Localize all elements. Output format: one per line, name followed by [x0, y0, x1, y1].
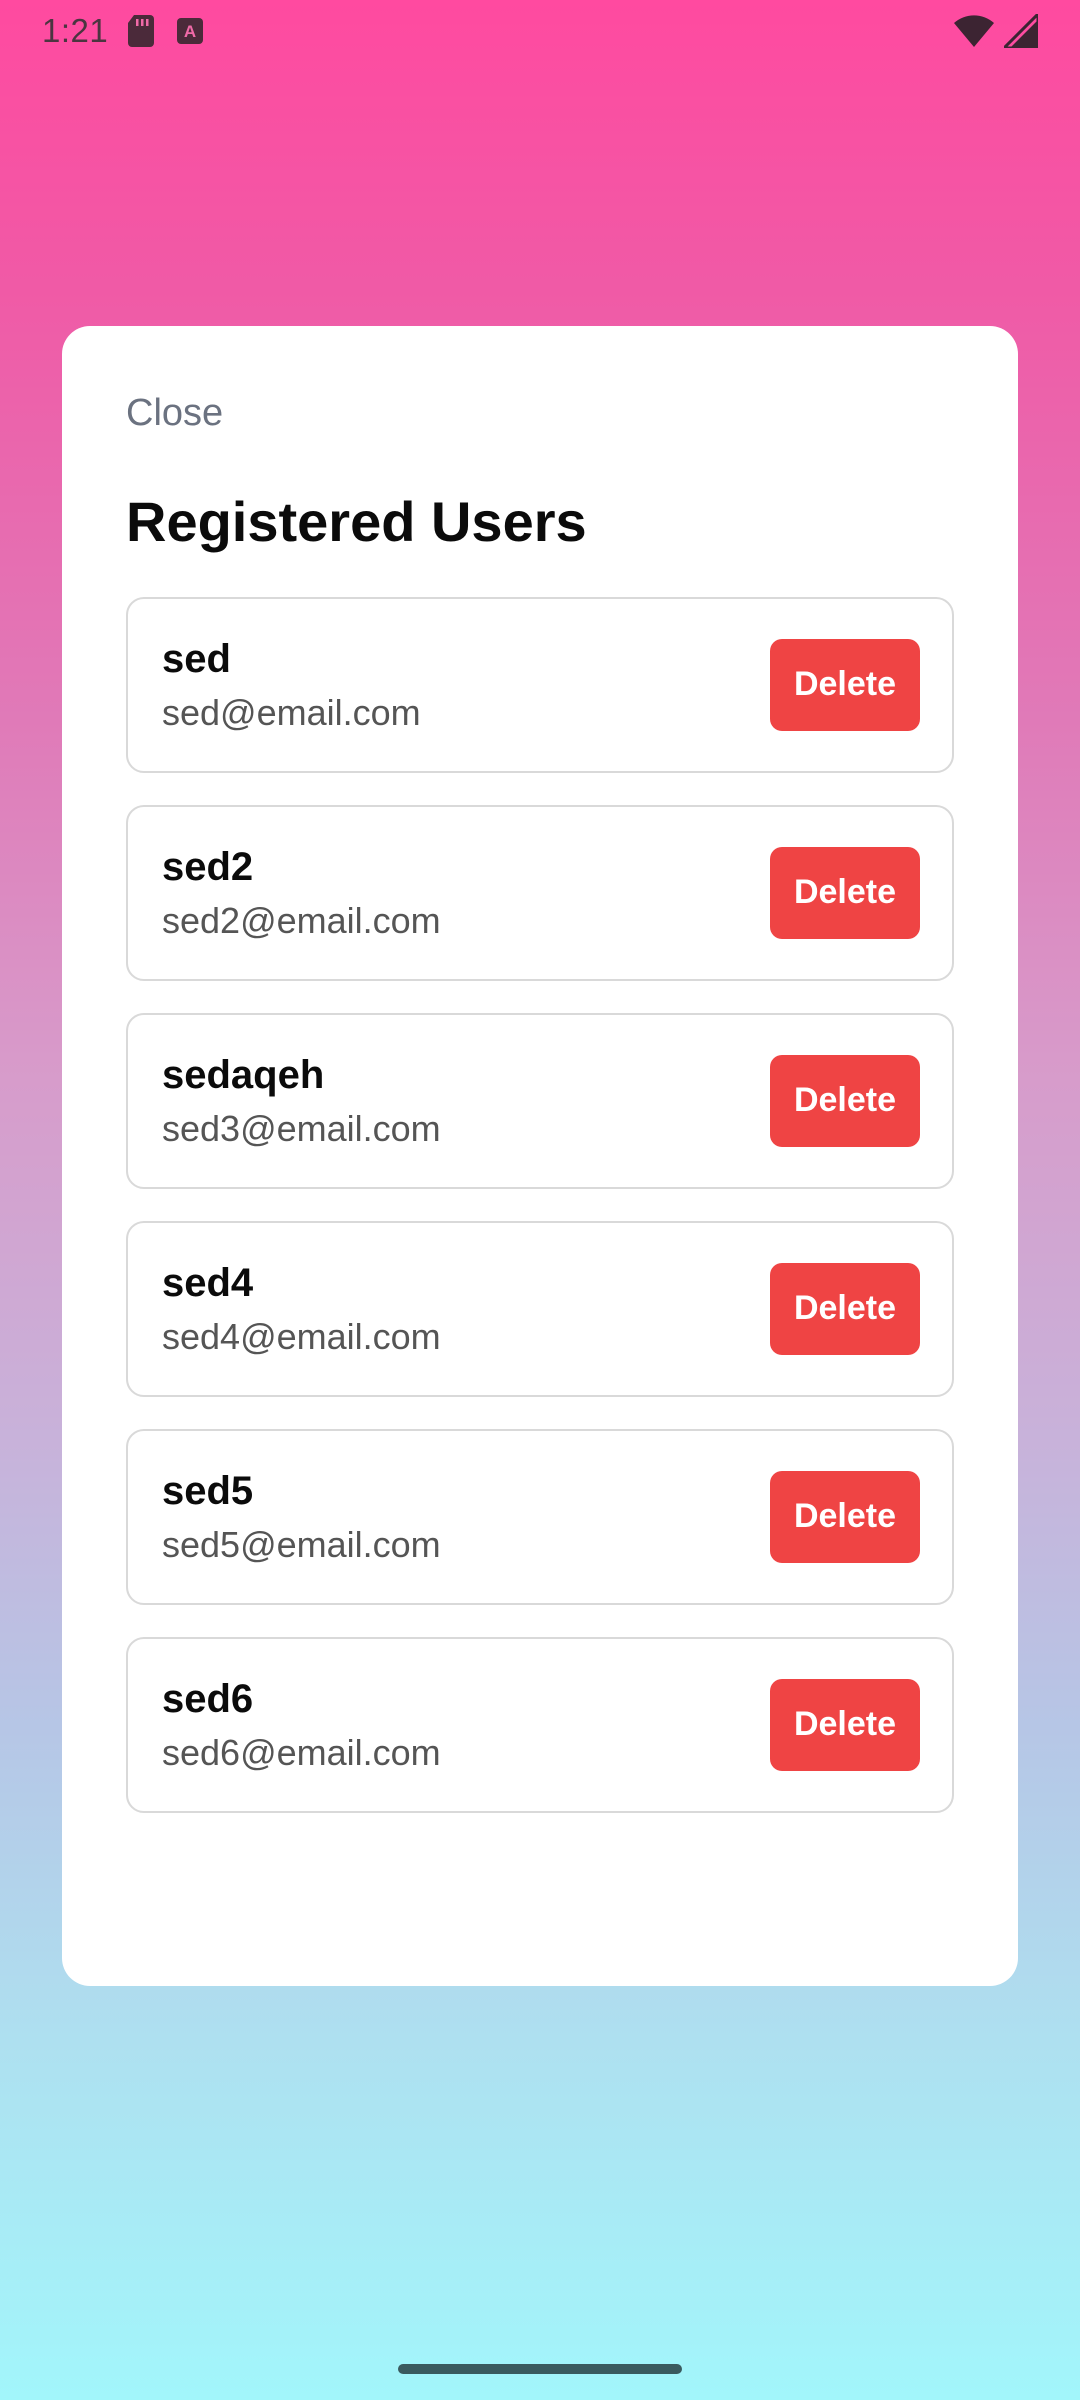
cellular-signal-icon — [1004, 14, 1038, 48]
user-email: sed5@email.com — [162, 1524, 441, 1565]
delete-button[interactable]: Delete — [770, 846, 920, 939]
user-name: sed2 — [162, 845, 254, 889]
delete-button[interactable]: Delete — [770, 1470, 920, 1563]
user-card: sed2 sed2@email.com Delete — [126, 804, 954, 981]
user-info: sed6 sed6@email.com — [162, 1675, 770, 1774]
delete-button[interactable]: Delete — [770, 1054, 920, 1147]
user-name: sed5 — [162, 1469, 254, 1513]
user-name: sedaqeh — [162, 1053, 325, 1097]
user-name: sed — [162, 637, 231, 681]
user-email: sed@email.com — [162, 692, 421, 733]
delete-button[interactable]: Delete — [770, 1678, 920, 1771]
user-list: sed sed@email.com Delete sed2 sed2@email… — [126, 596, 954, 1813]
svg-text:A: A — [184, 22, 196, 41]
delete-button[interactable]: Delete — [770, 1262, 920, 1355]
user-card: sed6 sed6@email.com Delete — [126, 1636, 954, 1813]
keyboard-a-icon: A — [176, 17, 204, 45]
status-bar: 1:21 A — [0, 0, 1080, 62]
user-info: sed sed@email.com — [162, 635, 770, 734]
user-email: sed3@email.com — [162, 1108, 441, 1149]
user-name: sed6 — [162, 1677, 254, 1721]
modal-title: Registered Users — [126, 490, 587, 553]
user-card: sedaqeh sed3@email.com Delete — [126, 1012, 954, 1189]
registered-users-modal: Close Registered Users sed sed@email.com… — [62, 326, 1018, 1986]
status-time: 1:21 — [42, 12, 109, 49]
close-button[interactable]: Close — [126, 392, 223, 435]
status-icons-left: A — [128, 15, 204, 47]
user-email: sed4@email.com — [162, 1316, 441, 1357]
user-card: sed5 sed5@email.com Delete — [126, 1428, 954, 1605]
gesture-navigation-bar[interactable] — [398, 2364, 682, 2374]
delete-button[interactable]: Delete — [770, 638, 920, 731]
user-info: sed2 sed2@email.com — [162, 843, 770, 942]
user-card: sed4 sed4@email.com Delete — [126, 1220, 954, 1397]
user-info: sed5 sed5@email.com — [162, 1467, 770, 1566]
wifi-icon — [954, 15, 994, 47]
status-icons-right — [954, 14, 1038, 48]
user-email: sed2@email.com — [162, 900, 441, 941]
sd-card-icon — [128, 15, 155, 47]
user-info: sedaqeh sed3@email.com — [162, 1051, 770, 1150]
user-info: sed4 sed4@email.com — [162, 1259, 770, 1358]
user-email: sed6@email.com — [162, 1732, 441, 1773]
user-card: sed sed@email.com Delete — [126, 596, 954, 773]
user-name: sed4 — [162, 1261, 254, 1305]
